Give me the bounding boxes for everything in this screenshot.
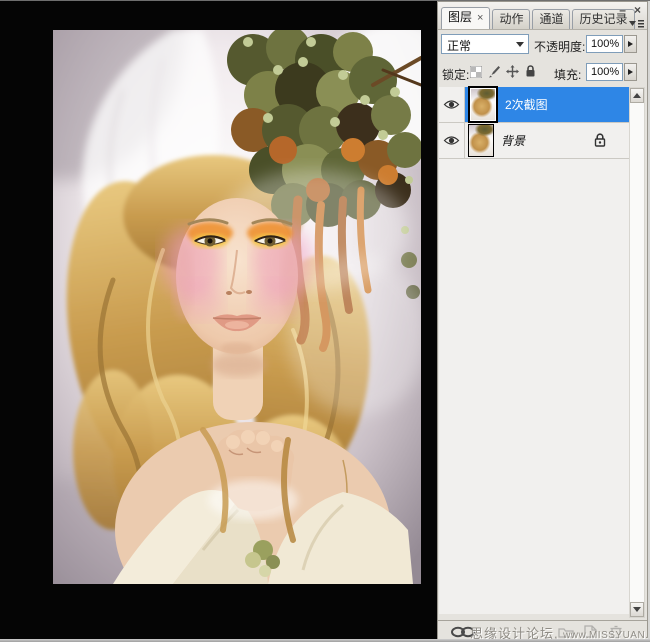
layer-row-body[interactable]: 背景: [465, 123, 630, 158]
layers-palette: 图层× 动作 通道 历史记录 – ×: [437, 1, 648, 639]
opacity-label: 不透明度:: [534, 38, 585, 55]
fill-label: 填充:: [554, 66, 581, 83]
layer-thumbnail-image: [471, 89, 495, 120]
layers-scrollbar[interactable]: [629, 87, 645, 618]
layer-thumbnail[interactable]: [468, 86, 498, 123]
lock-icon: [594, 133, 606, 147]
scroll-up-button[interactable]: [630, 88, 644, 103]
lock-icon: [525, 65, 536, 78]
close-icon[interactable]: ×: [634, 5, 641, 16]
visibility-toggle[interactable]: [439, 87, 465, 122]
lock-buttons: [469, 64, 537, 79]
minimize-icon[interactable]: –: [619, 5, 626, 16]
arrow-down-icon: [633, 607, 641, 612]
layer-row-body[interactable]: 2次截图: [465, 87, 630, 122]
blend-mode-value: 正常: [447, 39, 471, 53]
lock-all-button[interactable]: [523, 64, 537, 79]
eye-icon: [443, 135, 460, 146]
palette-tabstrip: 图层× 动作 通道 历史记录 – ×: [438, 2, 647, 30]
document-canvas[interactable]: [0, 1, 437, 639]
layer-thumbnail[interactable]: [468, 124, 494, 157]
tab-close-icon[interactable]: ×: [477, 12, 483, 24]
blend-mode-select[interactable]: 正常: [441, 34, 529, 54]
visibility-toggle[interactable]: [439, 123, 465, 158]
opacity-input[interactable]: 100%: [586, 35, 623, 53]
lock-position-button[interactable]: [505, 64, 519, 79]
photoshop-window: 图层× 动作 通道 历史记录 – ×: [0, 0, 650, 642]
lock-transparency-button[interactable]: [469, 64, 483, 79]
blend-mode-row: 正常 不透明度: 100%: [438, 32, 647, 58]
arrow-right-icon: [628, 41, 633, 47]
checkerboard-icon: [470, 66, 482, 78]
fill-input[interactable]: 100%: [586, 63, 623, 81]
photo-artwork: [53, 30, 421, 584]
lock-row: 锁定:: [438, 60, 647, 86]
photo-portrait: [53, 30, 421, 584]
palette-menu-icon: [629, 19, 644, 29]
opacity-slider-button[interactable]: [624, 35, 637, 53]
lock-label: 锁定:: [442, 66, 469, 83]
tab-channels-label: 通道: [539, 12, 563, 26]
layer-name[interactable]: 2次截图: [505, 96, 548, 113]
tab-actions[interactable]: 动作: [492, 9, 530, 29]
layer-row-crop[interactable]: 2次截图: [439, 87, 630, 123]
layer-row-background[interactable]: 背景: [439, 123, 630, 159]
palette-menu-button[interactable]: [627, 18, 645, 30]
background-lock-badge: [594, 133, 606, 152]
palette-window-controls: – ×: [619, 5, 641, 16]
tab-channels[interactable]: 通道: [532, 9, 570, 29]
chevron-down-icon: [516, 42, 524, 47]
scroll-down-button[interactable]: [630, 602, 644, 617]
tab-actions-label: 动作: [499, 12, 523, 26]
lock-pixels-button[interactable]: [487, 64, 501, 79]
layer-thumbnail-image: [469, 125, 493, 156]
eye-icon: [443, 99, 460, 110]
palette-bottom-bar: 思缘设计论坛, www.MISSYUAN.COM: [438, 620, 647, 639]
arrow-right-icon: [628, 69, 633, 75]
arrow-up-icon: [633, 93, 641, 98]
tab-layers[interactable]: 图层 ×: [441, 7, 490, 29]
tab-layers-label: 图层: [448, 10, 472, 24]
move-icon: [506, 65, 519, 78]
layer-name[interactable]: 背景: [501, 132, 525, 149]
layers-list: 2次截图 背景: [439, 87, 630, 614]
fill-slider-button[interactable]: [624, 63, 637, 81]
brush-icon: [488, 65, 500, 78]
palette-tabs: 图层× 动作 通道 历史记录: [441, 7, 635, 29]
